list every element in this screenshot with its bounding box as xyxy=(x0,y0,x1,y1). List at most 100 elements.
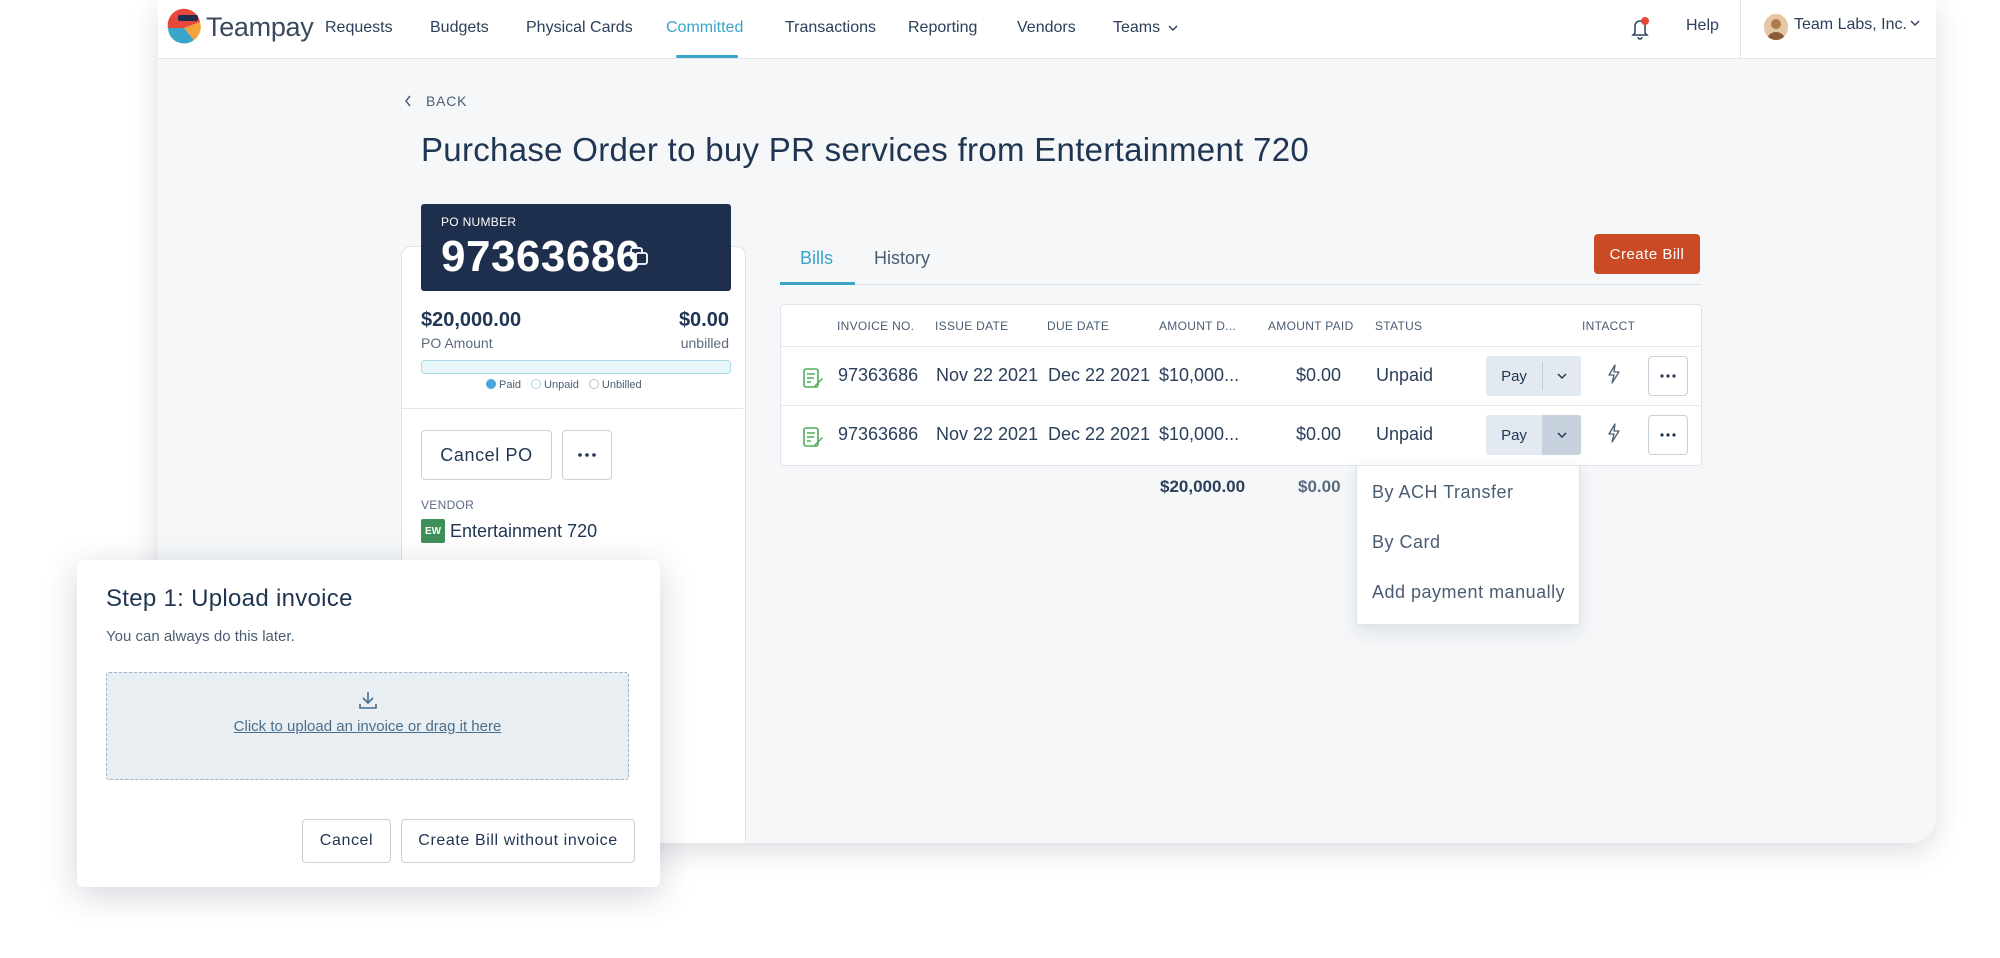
nav-transactions[interactable]: Transactions xyxy=(785,19,876,37)
due-date: Dec 22 2021 xyxy=(1048,424,1151,444)
invoice-document-icon xyxy=(803,368,823,388)
po-more-button[interactable] xyxy=(562,430,612,480)
nav-requests[interactable]: Requests xyxy=(325,19,393,37)
column-header[interactable]: INVOICE NO. xyxy=(837,319,914,333)
nav-vendors[interactable]: Vendors xyxy=(1017,19,1076,37)
legend-unbilled: Unbilled xyxy=(588,379,642,391)
column-header[interactable]: INTACCT xyxy=(1582,319,1635,333)
cancel-po-button[interactable]: Cancel PO xyxy=(421,430,552,480)
teampay-logo[interactable]: Teampay xyxy=(164,8,314,46)
dialog-subtitle: You can always do this later. xyxy=(106,628,295,645)
active-tab-indicator xyxy=(676,55,738,58)
status-badge: Unpaid xyxy=(1376,424,1434,444)
due-date: Dec 22 2021 xyxy=(1048,365,1151,385)
upload-invoice-dialog: Step 1: Upload invoice You can always do… xyxy=(77,560,660,887)
teampay-logo-icon xyxy=(164,8,204,46)
po-number: 97363686 xyxy=(441,232,641,281)
nav-teams-label: Teams xyxy=(1113,19,1161,36)
column-header[interactable]: ISSUE DATE xyxy=(935,319,1008,333)
pay-button[interactable]: Pay xyxy=(1486,415,1542,455)
invoice-document-icon xyxy=(803,427,823,447)
page-title: Purchase Order to buy PR services from E… xyxy=(421,131,1310,168)
unbilled-amount: $0.00 xyxy=(678,309,729,331)
row-more-button[interactable] xyxy=(1648,415,1688,455)
pay-split-button[interactable]: Pay xyxy=(1486,415,1581,455)
active-tab-indicator xyxy=(780,282,855,285)
top-nav: Teampay Requests Budgets Physical Cards … xyxy=(158,0,1936,59)
issue-date: Nov 22 2021 xyxy=(936,424,1039,444)
nav-committed[interactable]: Committed xyxy=(666,19,743,37)
nav-budgets[interactable]: Budgets xyxy=(430,19,489,37)
invoice-number[interactable]: 97363686 xyxy=(838,365,918,386)
pay-options-menu: By ACH Transfer By Card Add payment manu… xyxy=(1356,465,1580,625)
upload-link[interactable]: Click to upload an invoice or drag it he… xyxy=(107,718,628,735)
row-divider xyxy=(781,405,1701,406)
more-horizontal-icon xyxy=(1660,433,1676,437)
pay-split-button[interactable]: Pay xyxy=(1486,356,1581,396)
status-badge: Unpaid xyxy=(1376,365,1434,385)
lightning-icon[interactable] xyxy=(1607,423,1621,443)
amount-due: $10,000... xyxy=(1159,424,1240,444)
cancel-button[interactable]: Cancel xyxy=(302,819,391,863)
pay-button[interactable]: Pay xyxy=(1486,356,1542,396)
vendor-name[interactable]: Entertainment 720 xyxy=(450,521,597,542)
po-amount: $20,000.00 xyxy=(421,309,522,331)
amount-paid: $0.00 xyxy=(1295,365,1341,385)
po-number-label: PO NUMBER xyxy=(441,215,517,229)
chevron-left-icon xyxy=(405,95,411,107)
notifications-bell-icon[interactable] xyxy=(1629,16,1651,40)
invoice-dropzone[interactable]: Click to upload an invoice or drag it he… xyxy=(106,672,629,780)
back-label: BACK xyxy=(426,93,468,109)
more-horizontal-icon xyxy=(1660,374,1676,378)
total-amount-due: $20,000.00 xyxy=(1160,477,1246,496)
po-progress-bar xyxy=(421,360,731,374)
column-header[interactable]: DUE DATE xyxy=(1047,319,1109,333)
panel-divider xyxy=(402,408,743,409)
create-bill-without-invoice-button[interactable]: Create Bill without invoice xyxy=(401,819,635,863)
copy-icon[interactable] xyxy=(629,246,649,266)
create-bill-button[interactable]: Create Bill xyxy=(1594,234,1700,274)
menu-item-ach-transfer[interactable]: By ACH Transfer xyxy=(1372,482,1514,503)
vendor-label: VENDOR xyxy=(421,498,475,512)
progress-legend: Paid Unpaid Unbilled xyxy=(486,379,642,391)
nav-physical-cards[interactable]: Physical Cards xyxy=(526,19,633,37)
row-divider xyxy=(781,346,1701,347)
back-link[interactable]: BACK xyxy=(404,93,467,109)
tab-history[interactable]: History xyxy=(874,248,930,269)
bills-table: INVOICE NO. ISSUE DATE DUE DATE AMOUNT D… xyxy=(780,304,1702,466)
chevron-down-icon xyxy=(1556,432,1567,439)
nav-reporting[interactable]: Reporting xyxy=(908,19,977,37)
tab-bills[interactable]: Bills xyxy=(800,248,833,269)
total-amount-paid: $0.00 xyxy=(1298,477,1341,496)
vendor-logo: EW xyxy=(421,519,445,543)
invoice-number[interactable]: 97363686 xyxy=(838,424,918,445)
help-link[interactable]: Help xyxy=(1686,17,1719,35)
po-amount-label: PO Amount xyxy=(421,335,493,351)
tabs-baseline xyxy=(780,284,1700,285)
amount-due: $10,000... xyxy=(1159,365,1240,385)
po-number-card: PO NUMBER 97363686 xyxy=(421,204,731,291)
download-icon xyxy=(359,692,377,709)
menu-item-by-card[interactable]: By Card xyxy=(1372,532,1441,553)
row-more-button[interactable] xyxy=(1648,356,1688,396)
pay-dropdown-toggle[interactable] xyxy=(1542,415,1581,455)
column-header[interactable]: STATUS xyxy=(1375,319,1422,333)
column-header[interactable]: AMOUNT PAID xyxy=(1268,319,1354,333)
menu-item-add-payment-manually[interactable]: Add payment manually xyxy=(1372,582,1565,603)
amount-paid: $0.00 xyxy=(1295,424,1341,444)
legend-paid: Paid xyxy=(486,379,521,391)
pay-dropdown-toggle[interactable] xyxy=(1542,356,1581,396)
lightning-icon[interactable] xyxy=(1607,364,1621,384)
brand-name: Teampay xyxy=(206,11,314,42)
chevron-down-icon[interactable] xyxy=(1909,18,1921,28)
org-name[interactable]: Team Labs, Inc. xyxy=(1794,16,1907,34)
chevron-down-icon xyxy=(1556,373,1567,380)
user-avatar[interactable] xyxy=(1764,14,1788,40)
column-header[interactable]: AMOUNT D... xyxy=(1159,319,1236,333)
chevron-down-icon xyxy=(1168,25,1178,31)
more-horizontal-icon xyxy=(578,453,596,457)
nav-teams[interactable]: Teams xyxy=(1113,19,1178,37)
dialog-title: Step 1: Upload invoice xyxy=(106,585,353,612)
legend-unpaid: Unpaid xyxy=(531,379,579,391)
issue-date: Nov 22 2021 xyxy=(936,365,1039,385)
